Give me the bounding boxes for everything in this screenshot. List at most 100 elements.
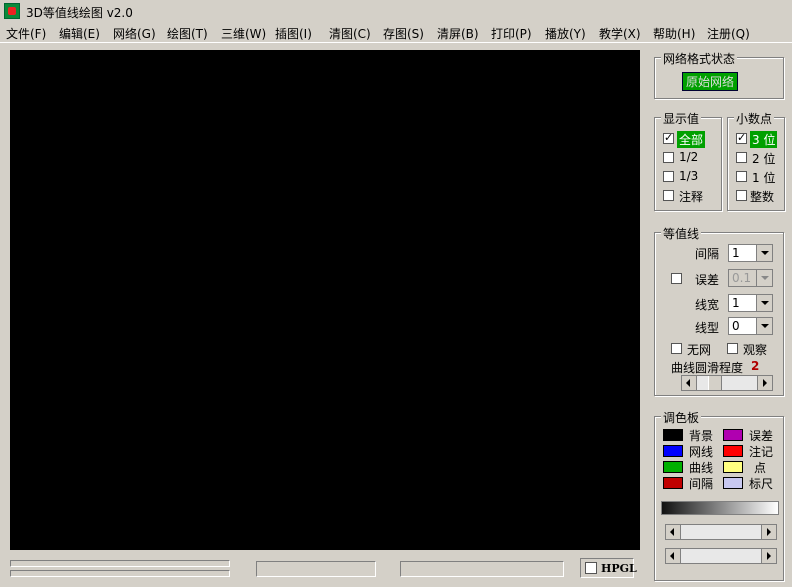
swatch-interval[interactable] xyxy=(663,477,683,489)
decimal-1-checkbox[interactable] xyxy=(736,171,747,182)
line-type-select[interactable]: 0 xyxy=(728,317,773,335)
interval-select[interactable]: 1 xyxy=(728,244,773,262)
palette-grid-line-label: 网线 xyxy=(689,445,714,459)
display-values-title: 显示值 xyxy=(661,110,702,127)
decimal-2-checkbox[interactable] xyxy=(736,152,747,163)
menu-draw[interactable]: 绘图(T) xyxy=(167,25,208,42)
swatch-grid-line[interactable] xyxy=(663,445,683,457)
error-value: 0.1 xyxy=(732,271,752,285)
swatch-background[interactable] xyxy=(663,429,683,441)
display-note-checkbox[interactable] xyxy=(663,190,674,201)
interval-label: 间隔 xyxy=(695,247,720,261)
grid-status-value: 原始网络 xyxy=(682,72,739,91)
grid-status-title: 网络格式状态 xyxy=(661,50,738,67)
scroll-right-icon[interactable] xyxy=(761,549,776,563)
display-all-checkbox[interactable] xyxy=(663,131,674,144)
contours-group: 等值线 间隔 1 误差 0.1 线宽 1 线型 0 无网 观察 曲线圆滑程度 2 xyxy=(654,225,784,396)
decimal-int-checkbox[interactable] xyxy=(736,190,747,201)
contours-title: 等值线 xyxy=(661,225,702,242)
scroll-right-icon[interactable] xyxy=(761,525,776,539)
palette-curve-label: 曲线 xyxy=(689,461,714,475)
progress-bar-bottom xyxy=(10,570,230,577)
swatch-annotation[interactable] xyxy=(723,445,743,457)
no-grid-label: 无网 xyxy=(687,343,712,357)
line-width-value: 1 xyxy=(732,296,740,310)
palette-point-label: 点 xyxy=(754,461,767,475)
menu-file[interactable]: 文件(F) xyxy=(6,25,46,42)
palette-ruler-label: 标尺 xyxy=(749,477,774,491)
decimal-int-label: 整数 xyxy=(750,190,775,204)
chevron-down-icon[interactable] xyxy=(756,295,772,311)
display-third-label: 1/3 xyxy=(679,169,699,183)
swatch-error[interactable] xyxy=(723,429,743,441)
status-panel-1 xyxy=(256,561,376,577)
app-icon xyxy=(4,3,20,19)
window-title: 3D等值线绘图 v2.0 xyxy=(26,6,133,20)
swatch-point[interactable] xyxy=(723,461,743,473)
scroll-left-icon[interactable] xyxy=(666,549,681,563)
menu-clear-screen[interactable]: 清屏(B) xyxy=(437,25,479,42)
palette-group: 调色板 背景 误差 网线 注记 曲线 点 间隔 标尺 xyxy=(654,409,784,581)
progress-bar-top xyxy=(10,560,230,567)
menu-help[interactable]: 帮助(H) xyxy=(653,25,695,42)
decimal-1-label: 1 位 xyxy=(752,171,776,185)
smooth-slider[interactable] xyxy=(681,375,773,391)
menu-3d[interactable]: 三维(W) xyxy=(221,25,266,42)
line-type-value: 0 xyxy=(732,319,740,333)
color-gradient-bar[interactable] xyxy=(661,501,779,515)
display-half-checkbox[interactable] xyxy=(663,152,674,163)
decimal-3-label: 3 位 xyxy=(750,131,778,148)
palette-scroll-bottom[interactable] xyxy=(665,548,777,564)
swatch-ruler[interactable] xyxy=(723,477,743,489)
smooth-label: 曲线圆滑程度 xyxy=(671,361,744,375)
menu-insert[interactable]: 插图(I) xyxy=(275,25,312,42)
menu-print[interactable]: 打印(P) xyxy=(491,25,532,42)
chevron-down-icon[interactable] xyxy=(756,245,772,261)
palette-scroll-top[interactable] xyxy=(665,524,777,540)
error-select[interactable]: 0.1 xyxy=(728,269,773,287)
palette-background-label: 背景 xyxy=(689,429,714,443)
error-label: 误差 xyxy=(695,273,720,287)
no-grid-checkbox[interactable] xyxy=(671,343,682,354)
palette-error-label: 误差 xyxy=(749,429,774,443)
chevron-down-icon[interactable] xyxy=(756,318,772,334)
swatch-curve[interactable] xyxy=(663,461,683,473)
status-panel-2 xyxy=(400,561,564,577)
scroll-left-icon[interactable] xyxy=(666,525,681,539)
scroll-right-icon[interactable] xyxy=(757,376,772,390)
menu-play[interactable]: 播放(Y) xyxy=(545,25,586,42)
hpgl-box: HPGL xyxy=(580,558,637,578)
menu-bar: 文件(F) 编辑(E) 网络(G) 绘图(T) 三维(W) 插图(I) 清图(C… xyxy=(0,22,792,43)
smooth-value: 2 xyxy=(751,359,760,373)
palette-annotation-label: 注记 xyxy=(749,445,774,459)
display-all-label: 全部 xyxy=(677,131,706,148)
hpgl-checkbox[interactable] xyxy=(585,562,597,574)
scroll-left-icon[interactable] xyxy=(682,376,697,390)
palette-interval-label: 间隔 xyxy=(689,477,714,491)
observe-checkbox[interactable] xyxy=(727,343,738,354)
menu-teach[interactable]: 教学(X) xyxy=(599,25,641,42)
line-type-label: 线型 xyxy=(695,321,720,335)
menu-edit[interactable]: 编辑(E) xyxy=(59,25,100,42)
palette-title: 调色板 xyxy=(661,409,702,426)
chevron-down-icon[interactable] xyxy=(756,270,772,286)
decimal-3-checkbox[interactable] xyxy=(736,131,747,144)
display-values-group: 显示值 全部 1/2 1/3 注释 xyxy=(654,110,722,211)
decimal-2-label: 2 位 xyxy=(752,152,776,166)
menu-register[interactable]: 注册(Q) xyxy=(707,25,750,42)
title-bar: 3D等值线绘图 v2.0 xyxy=(0,0,792,22)
menu-save-image[interactable]: 存图(S) xyxy=(383,25,424,42)
menu-grid[interactable]: 网络(G) xyxy=(113,25,156,42)
line-width-select[interactable]: 1 xyxy=(728,294,773,312)
smooth-slider-thumb[interactable] xyxy=(708,376,722,390)
grid-status-group: 网络格式状态 原始网络 xyxy=(654,50,784,99)
line-width-label: 线宽 xyxy=(695,298,720,312)
decimals-group: 小数点 3 位 2 位 1 位 整数 xyxy=(727,110,785,211)
display-third-checkbox[interactable] xyxy=(663,171,674,182)
error-checkbox[interactable] xyxy=(671,273,682,284)
observe-label: 观察 xyxy=(743,343,768,357)
menu-clear-image[interactable]: 清图(C) xyxy=(329,25,371,42)
display-note-label: 注释 xyxy=(679,190,704,204)
drawing-canvas[interactable] xyxy=(10,50,640,550)
decimals-title: 小数点 xyxy=(734,110,775,127)
